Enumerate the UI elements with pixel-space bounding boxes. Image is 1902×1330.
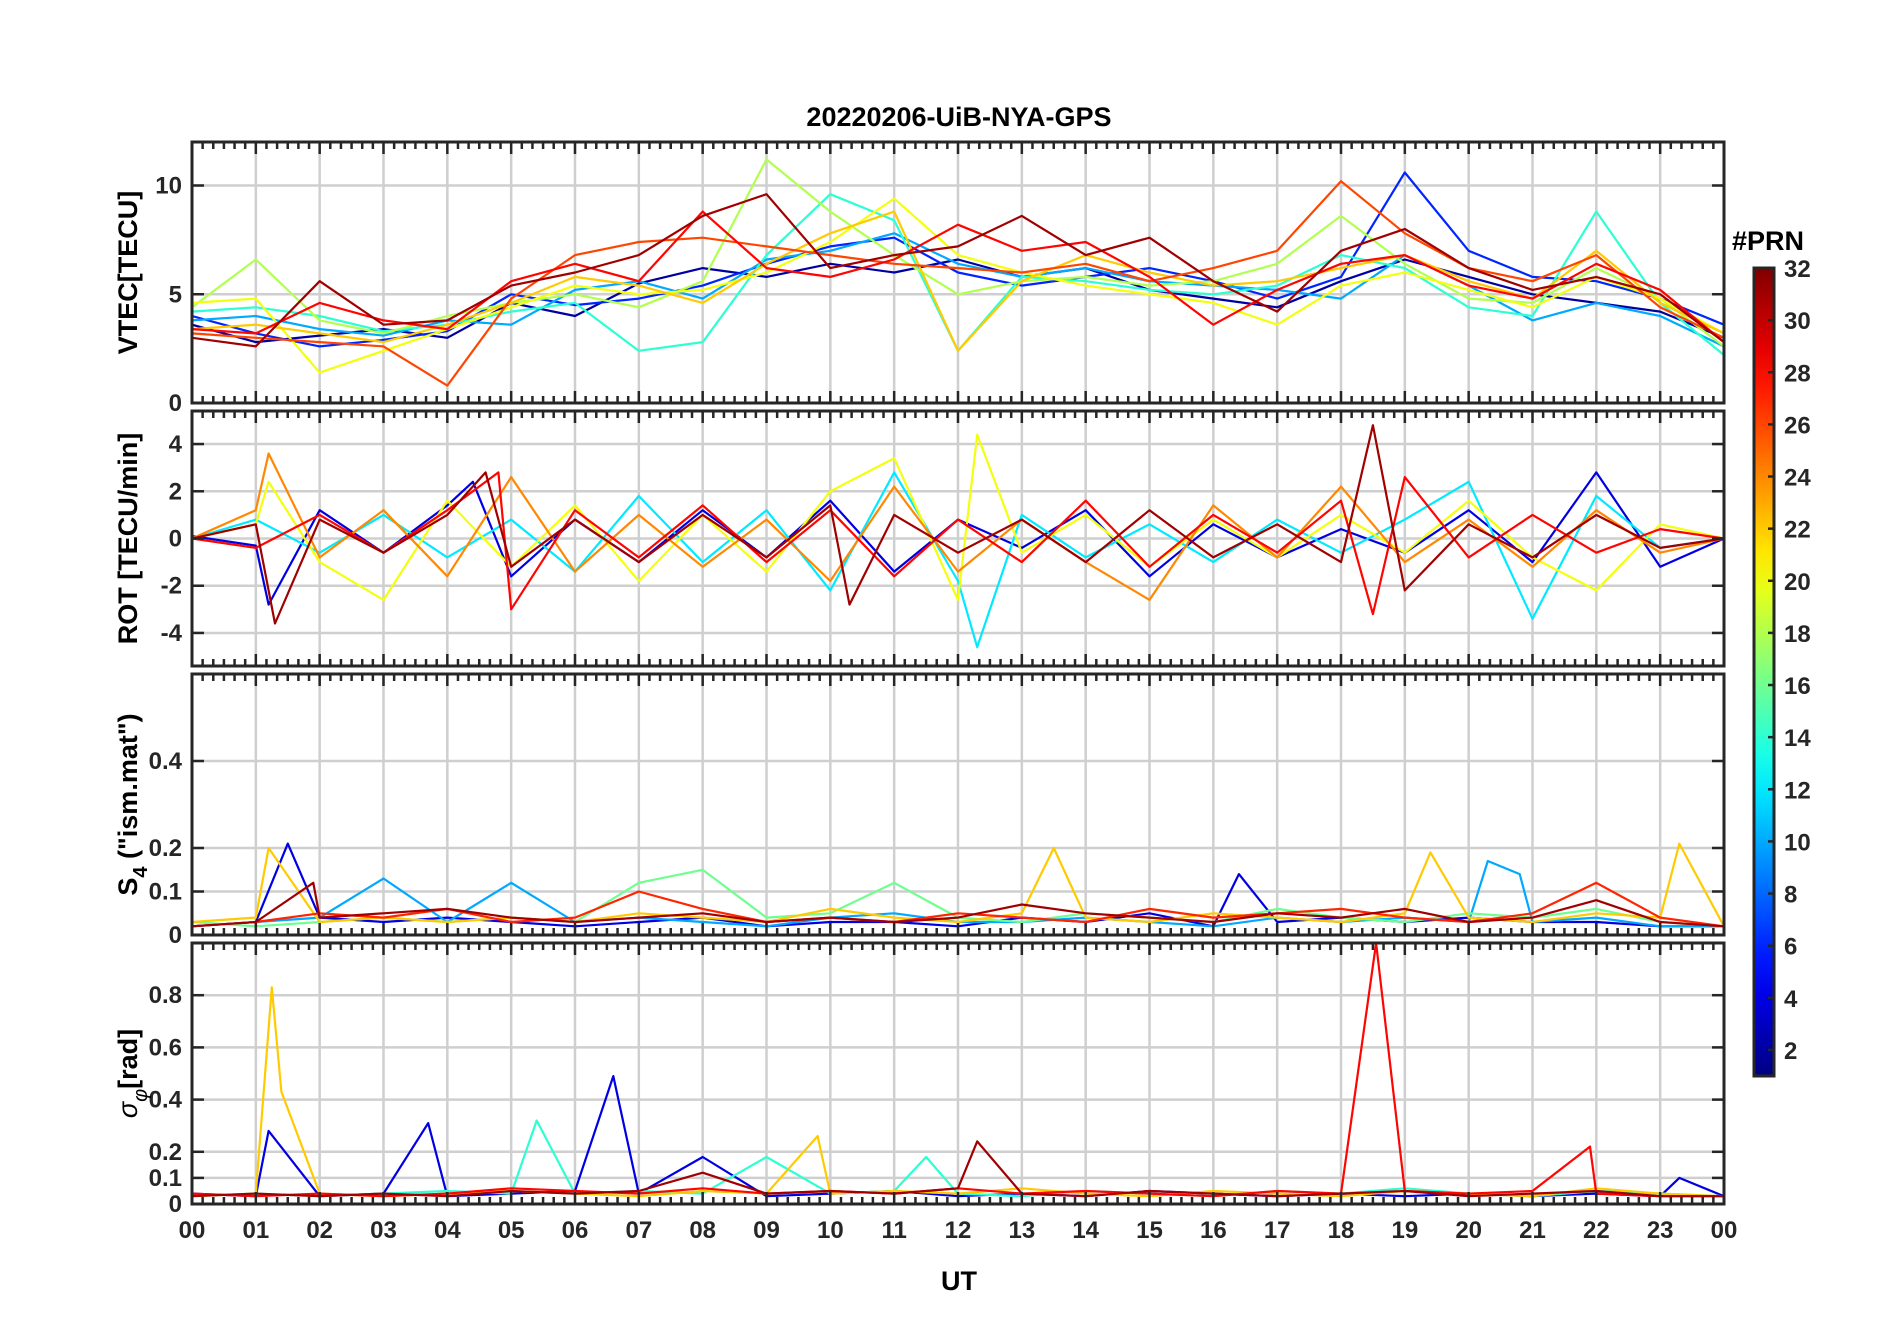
y-axis-title: S4 ("ism.mat") — [113, 713, 152, 895]
x-tick-label: 12 — [945, 1217, 972, 1244]
y-axis-title: σφ[rad] — [113, 1029, 152, 1118]
panel-1: 0 5 10 VTEC[TECU] — [113, 140, 1726, 417]
x-tick-label: 07 — [625, 1217, 652, 1244]
colorbar-tick-label: 24 — [1784, 465, 1811, 492]
x-tick-label: 17 — [1264, 1217, 1291, 1244]
y-tick-label: 0 — [169, 1191, 182, 1218]
y-tick-label: 10 — [155, 173, 182, 200]
x-tick-label: 21 — [1519, 1217, 1546, 1244]
figure: 20220206-UiB-NYA-GPS 0510VTEC[TECU]-4-20… — [113, 102, 1811, 1296]
colorbar-scale — [1752, 266, 1776, 1078]
x-tick-label: 09 — [753, 1217, 780, 1244]
x-tick-label: 23 — [1647, 1217, 1674, 1244]
colorbar-tick-label: 32 — [1784, 256, 1811, 283]
x-tick-label: 18 — [1328, 1217, 1355, 1244]
x-tick-label: 20 — [1455, 1217, 1482, 1244]
y-tick-label: 5 — [169, 281, 182, 308]
x-tick-label: 08 — [689, 1217, 716, 1244]
y-tick-label: 0.4 — [149, 1087, 183, 1114]
colorbar-tick-label: 14 — [1784, 725, 1811, 752]
x-tick-label: 16 — [1200, 1217, 1227, 1244]
y-axis-title: VTEC[TECU] — [113, 191, 143, 355]
colorbar-tick-label: 30 — [1784, 308, 1811, 335]
colorbar-tick-label: 18 — [1784, 621, 1811, 648]
x-tick-label: 02 — [306, 1217, 333, 1244]
colorbar-tick-label: 26 — [1784, 412, 1811, 439]
x-tick-label: 00 — [1711, 1217, 1738, 1244]
colorbar: #PRN2468101214161820222426283032 — [1732, 226, 1811, 1078]
panel-3: 0 0.1 0.2 0.4S4 ("ism.mat") — [113, 672, 1726, 949]
y-tick-label: 2 — [169, 478, 182, 505]
x-tick-label: 22 — [1583, 1217, 1610, 1244]
y-tick-label: 0.1 — [149, 1165, 182, 1192]
x-tick-label: 03 — [370, 1217, 397, 1244]
y-tick-label: 0.2 — [149, 835, 182, 862]
colorbar-tick-label: 20 — [1784, 569, 1811, 596]
colorbar-tick-label: 12 — [1784, 777, 1811, 804]
y-tick-label: 0 — [169, 526, 182, 553]
y-tick-label: 0.1 — [149, 879, 182, 906]
colorbar-tick-label: 10 — [1784, 829, 1811, 856]
colorbar-tick-label: 6 — [1784, 934, 1797, 961]
y-tick-label: 0.8 — [149, 982, 182, 1009]
x-axis: 00 01 02 03 04 05 06 07 08 09 10 11 12 13 14 15 16 17 18 19… — [179, 1217, 1738, 1244]
y-tick-label: 4 — [169, 431, 183, 458]
x-tick-label: 11 — [881, 1217, 906, 1244]
colorbar-tick-label: 8 — [1784, 882, 1797, 909]
x-tick-label: 06 — [562, 1217, 589, 1244]
x-tick-label: 13 — [1008, 1217, 1035, 1244]
y-tick-label: -2 — [161, 573, 182, 600]
x-tick-label: 10 — [817, 1217, 844, 1244]
colorbar-tick-label: 22 — [1784, 517, 1811, 544]
x-tick-label: 00 — [179, 1217, 206, 1244]
figure-title: 20220206-UiB-NYA-GPS — [806, 102, 1111, 132]
y-tick-label: 0.6 — [149, 1034, 182, 1061]
x-tick-label: 05 — [498, 1217, 525, 1244]
y-tick-label: -4 — [161, 620, 183, 647]
y-axis-title: ROT [TECU/min] — [113, 433, 143, 644]
colorbar-tick-label: 2 — [1784, 1038, 1797, 1065]
panels: 0510VTEC[TECU]-4-2024ROT [TECU/min]00.10… — [113, 140, 1726, 1218]
y-tick-label: 0.4 — [149, 748, 183, 775]
colorbar-tick-label: 4 — [1784, 986, 1798, 1013]
colorbar-title: #PRN — [1732, 226, 1804, 256]
y-tick-label: 0.2 — [149, 1139, 182, 1166]
x-tick-label: 19 — [1391, 1217, 1418, 1244]
x-axis-title: UT — [941, 1266, 977, 1296]
x-tick-label: 15 — [1136, 1217, 1163, 1244]
x-tick-label: 14 — [1072, 1217, 1099, 1244]
colorbar-tick-label: 28 — [1784, 360, 1811, 387]
panel-4: 00.10.2 0.4 0.6 0.8 σφ[rad] — [113, 941, 1726, 1218]
y-tick-label: 0 — [169, 922, 182, 949]
x-tick-label: 01 — [242, 1217, 269, 1244]
panel-2: -4 -2 0 2 4 ROT [TECU/min] — [113, 409, 1726, 668]
colorbar-tick-label: 16 — [1784, 673, 1811, 700]
y-tick-label: 0 — [169, 390, 182, 417]
x-tick-label: 04 — [434, 1217, 461, 1244]
